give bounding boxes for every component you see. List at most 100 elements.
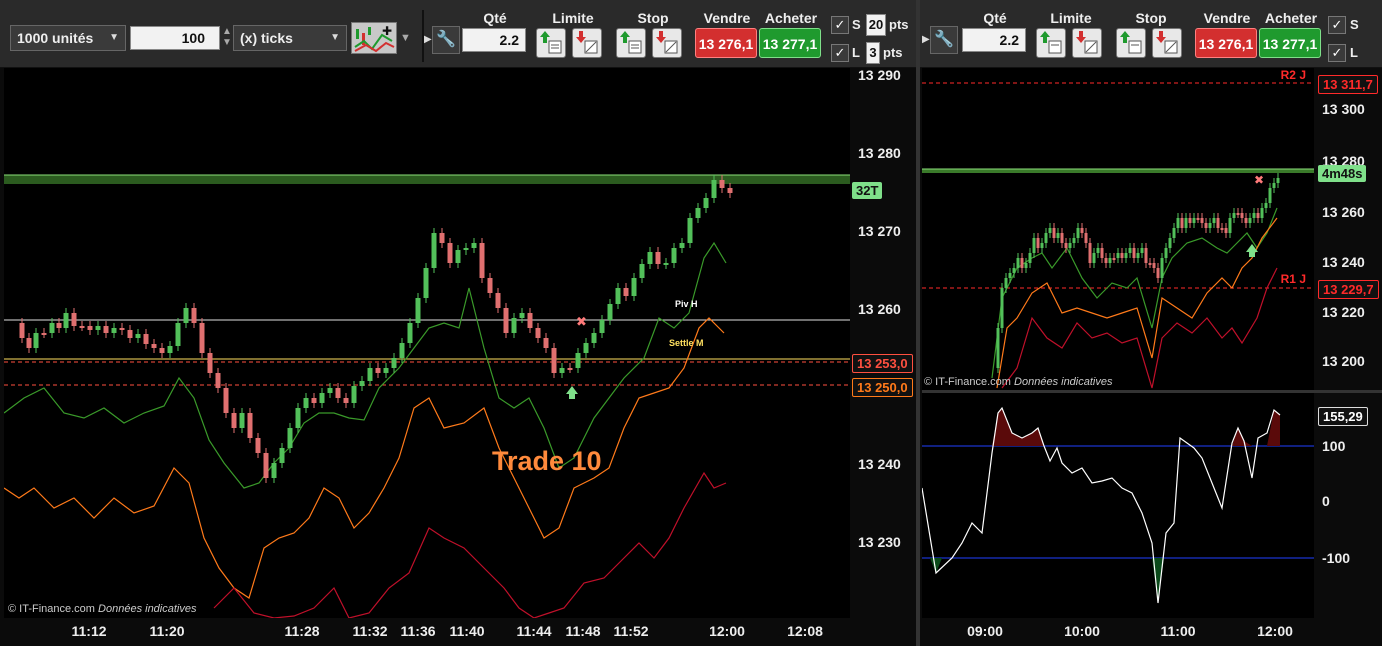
left-price-axis[interactable]: 13 290 13 280 13 270 13 260 13 240 13 23… [850,67,916,618]
countdown-tag: 4m48s [1318,165,1367,182]
candle [351,386,357,403]
stop-sell-button[interactable] [1152,28,1182,58]
candle [279,448,285,463]
candle [1104,258,1108,263]
l-unit: pts [883,45,903,60]
y-tick: -100 [1322,550,1351,566]
svg-text:✖: ✖ [1254,173,1264,187]
limit-buy-button[interactable] [1036,28,1066,58]
limit-buy-icon [540,31,562,54]
ticks-select[interactable]: (x) ticks ▼ [233,25,347,51]
candle [87,326,93,330]
buy-button[interactable]: 13 277,1 [759,28,821,58]
buy-header: Acheter [764,10,818,26]
s-checkbox[interactable]: ✓ [831,16,849,34]
quantity-input[interactable]: 100 [130,26,220,50]
ma-orange-line [3,317,725,599]
watermark-note: Données indicatives [98,603,197,615]
sell-button[interactable]: 13 276,1 [695,28,757,58]
candle [1016,258,1020,268]
s-value-input[interactable]: 20 [866,14,886,36]
candle [479,243,485,278]
x-tick: 11:20 [149,623,185,639]
candle [1004,278,1008,288]
candle [1244,218,1248,223]
stop-buy-button[interactable] [616,28,646,58]
candle [431,233,437,268]
candle [1144,248,1148,263]
ma-green-line [991,207,1278,379]
stop-sell-button[interactable] [652,28,682,58]
quantity-stepper[interactable]: ▲ ▼ [222,26,232,48]
candle [223,388,229,413]
qty-input-value: 2.2 [999,32,1019,48]
x-tick: 11:00 [1160,623,1196,639]
oscillator-panel[interactable] [921,393,1314,618]
wrench-icon[interactable]: 🔧 [930,26,958,54]
oscillator-axis[interactable]: 155,29 100 0 -100 [1314,393,1382,618]
chevron-down-icon[interactable]: ▼ [400,32,411,44]
ticks-select-value: (x) ticks [240,30,293,46]
units-select[interactable]: 1000 unités ▼ [10,25,126,51]
sell-button[interactable]: 13 276,1 [1195,28,1257,58]
y-tick: 13 200 [1322,353,1365,369]
qty-input[interactable]: 2.2 [462,28,526,52]
stop-sell-icon [1156,31,1178,54]
candle [391,358,397,368]
stop-buy-icon [620,31,642,54]
left-price-chart[interactable]: ✖ Piv H Settle M Trade 10 © IT-Finance.c… [3,68,850,619]
candle [1180,218,1184,228]
candle [1140,248,1144,253]
limit-sell-button[interactable] [572,28,602,58]
qty-header: Qté [483,10,507,26]
candle [1088,243,1092,263]
candle [703,198,709,208]
collapse-arrow-icon[interactable]: ▶ [922,34,930,45]
candle [471,243,477,248]
candle [1116,253,1120,258]
candle [1184,218,1188,228]
candle [263,453,269,478]
candle [687,218,693,243]
limit-header: Limite [1050,10,1092,26]
candle [56,323,62,328]
window-splitter[interactable] [916,0,920,646]
candle [631,278,637,296]
l-checkbox[interactable]: ✓ [831,44,849,62]
left-time-axis[interactable]: 11:12 11:20 11:28 11:32 11:36 11:40 11:4… [4,618,850,646]
right-price-axis[interactable]: 13 311,7 13 300 13 280 4m48s 13 260 13 2… [1314,68,1382,390]
s-checkbox[interactable]: ✓ [1328,16,1346,34]
candle [199,323,205,353]
candle [127,330,133,338]
stop-buy-button[interactable] [1116,28,1146,58]
candle [49,323,55,333]
candle [543,338,549,348]
y-tick: 13 260 [858,301,901,317]
qty-input[interactable]: 2.2 [962,28,1026,52]
trade-label: Trade 10 [492,446,602,476]
ma-green-line [3,241,727,489]
candle [1200,218,1204,223]
candle [1208,223,1212,228]
limit-sell-button[interactable] [1072,28,1102,58]
indicator-picker-button[interactable]: ✚ [351,22,397,54]
candle [1048,228,1052,233]
right-toolbar: ▶ 🔧 Qté 2.2 Limite Stop Vendre 13 276,1 … [920,0,1382,68]
candle [1160,258,1164,278]
candle [63,313,69,328]
wrench-icon[interactable]: 🔧 [432,26,460,54]
l-checkbox[interactable]: ✓ [1328,44,1346,62]
y-tick: 100 [1322,438,1346,454]
candle [1096,248,1100,253]
buy-button[interactable]: 13 277,1 [1259,28,1321,58]
limit-buy-button[interactable] [536,28,566,58]
r1-price-tag: 13 229,7 [1318,280,1379,299]
osc-overbought-fill [992,408,1044,446]
right-price-chart[interactable]: ✖ R2 J R1 J © IT-Finance.com Données ind… [922,68,1314,390]
right-time-axis[interactable]: 09:00 10:00 11:00 12:00 [922,618,1314,646]
l-value-input[interactable]: 3 [866,42,880,64]
collapse-arrow-icon[interactable]: ▶ [424,34,432,45]
candle [1272,183,1276,188]
candle [655,252,661,264]
x-tick: 12:00 [1257,623,1293,639]
